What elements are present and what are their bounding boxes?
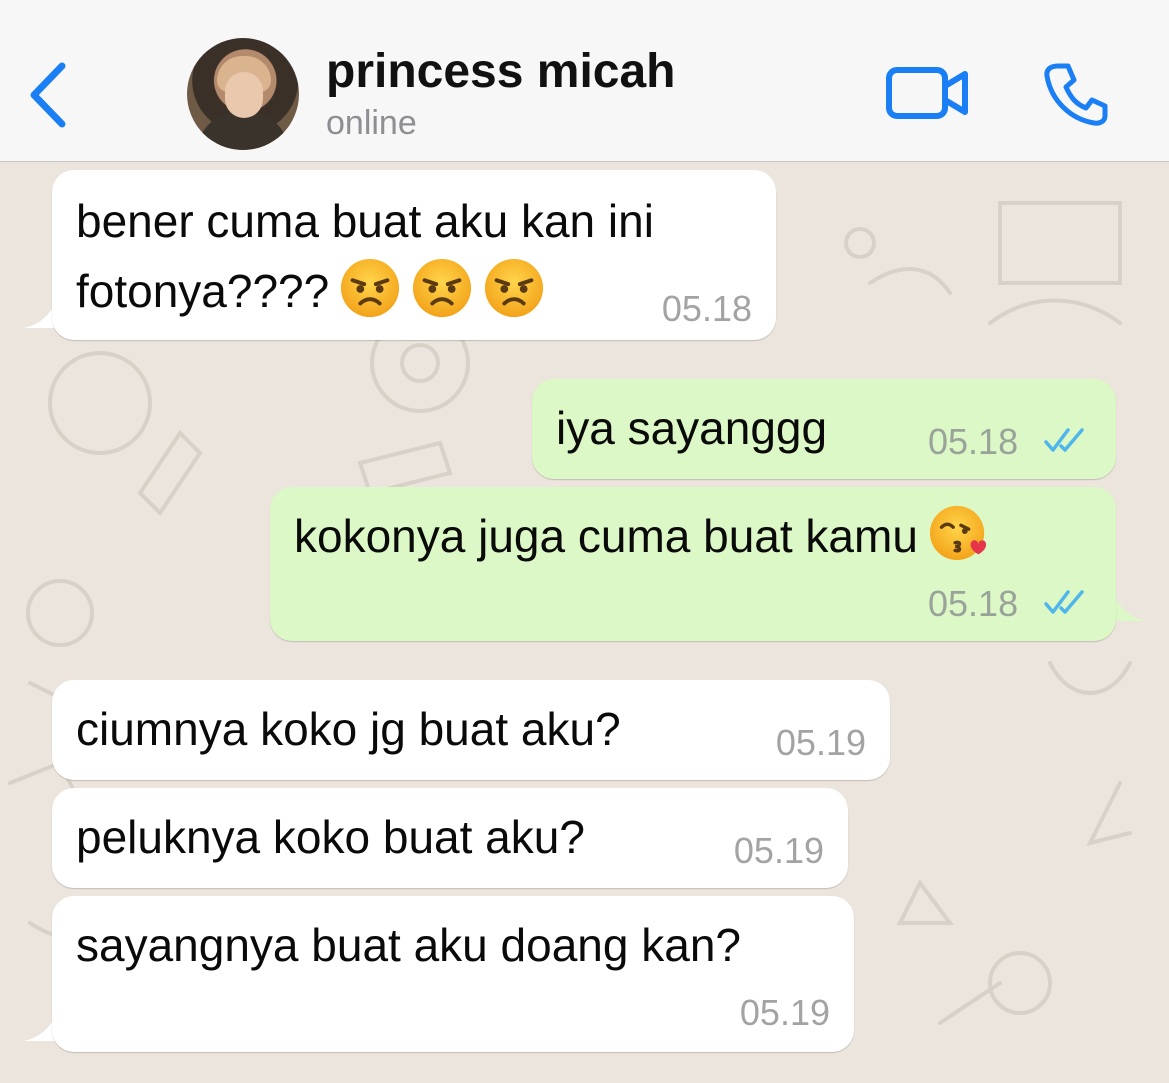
message-bubble-incoming[interactable]: ciumnya koko jg buat aku? 05.19 — [52, 680, 890, 780]
contact-name[interactable]: princess micah — [326, 44, 676, 99]
chat-header: princess micah online — [0, 0, 1169, 162]
message-bubble-outgoing[interactable]: iya sayanggg 05.18 — [532, 379, 1116, 479]
message-timestamp: 05.18 — [928, 583, 1019, 624]
message-text: fotonya???? — [76, 265, 330, 317]
message-text: bener cuma buat aku kan ini — [76, 195, 654, 247]
phone-icon[interactable] — [1044, 62, 1108, 126]
message-bubble-incoming[interactable]: bener cuma buat aku kan ini fotonya???? … — [52, 170, 776, 340]
message-timestamp: 05.18 — [661, 288, 752, 329]
message-text: ciumnya koko jg buat aku? — [76, 703, 621, 755]
angry-face-emoji — [413, 258, 472, 318]
angry-face-emoji — [485, 258, 544, 318]
chevron-left-icon[interactable] — [24, 60, 74, 130]
message-text: iya sayanggg — [556, 402, 828, 454]
contact-avatar[interactable] — [187, 38, 299, 150]
read-ticks-icon — [1044, 428, 1084, 452]
message-bubble-outgoing[interactable]: kokonya juga cuma buat kamu 05.18 — [270, 487, 1116, 641]
message-bubble-incoming[interactable]: peluknya koko buat aku? 05.19 — [52, 788, 848, 888]
message-text: sayangnya buat aku doang kan? — [76, 919, 741, 971]
message-timestamp: 05.18 — [928, 421, 1019, 462]
chat-area[interactable]: bener cuma buat aku kan ini fotonya???? … — [0, 163, 1169, 1083]
read-ticks-icon — [1044, 590, 1084, 614]
message-text: kokonya juga cuma buat kamu — [294, 510, 918, 562]
angry-face-emoji — [341, 258, 400, 318]
message-timestamp: 05.19 — [733, 830, 824, 871]
contact-status: online — [326, 104, 417, 142]
message-text: peluknya koko buat aku? — [76, 811, 585, 863]
message-bubble-incoming[interactable]: sayangnya buat aku doang kan? 05.19 — [52, 896, 854, 1052]
face-blowing-kiss-emoji — [929, 505, 987, 561]
message-text-line: kokonya juga cuma buat kamu — [294, 501, 990, 571]
video-camera-icon[interactable] — [885, 64, 969, 122]
message-timestamp: 05.19 — [775, 722, 866, 763]
message-timestamp: 05.19 — [739, 992, 830, 1033]
message-text-line: fotonya???? — [76, 256, 545, 326]
